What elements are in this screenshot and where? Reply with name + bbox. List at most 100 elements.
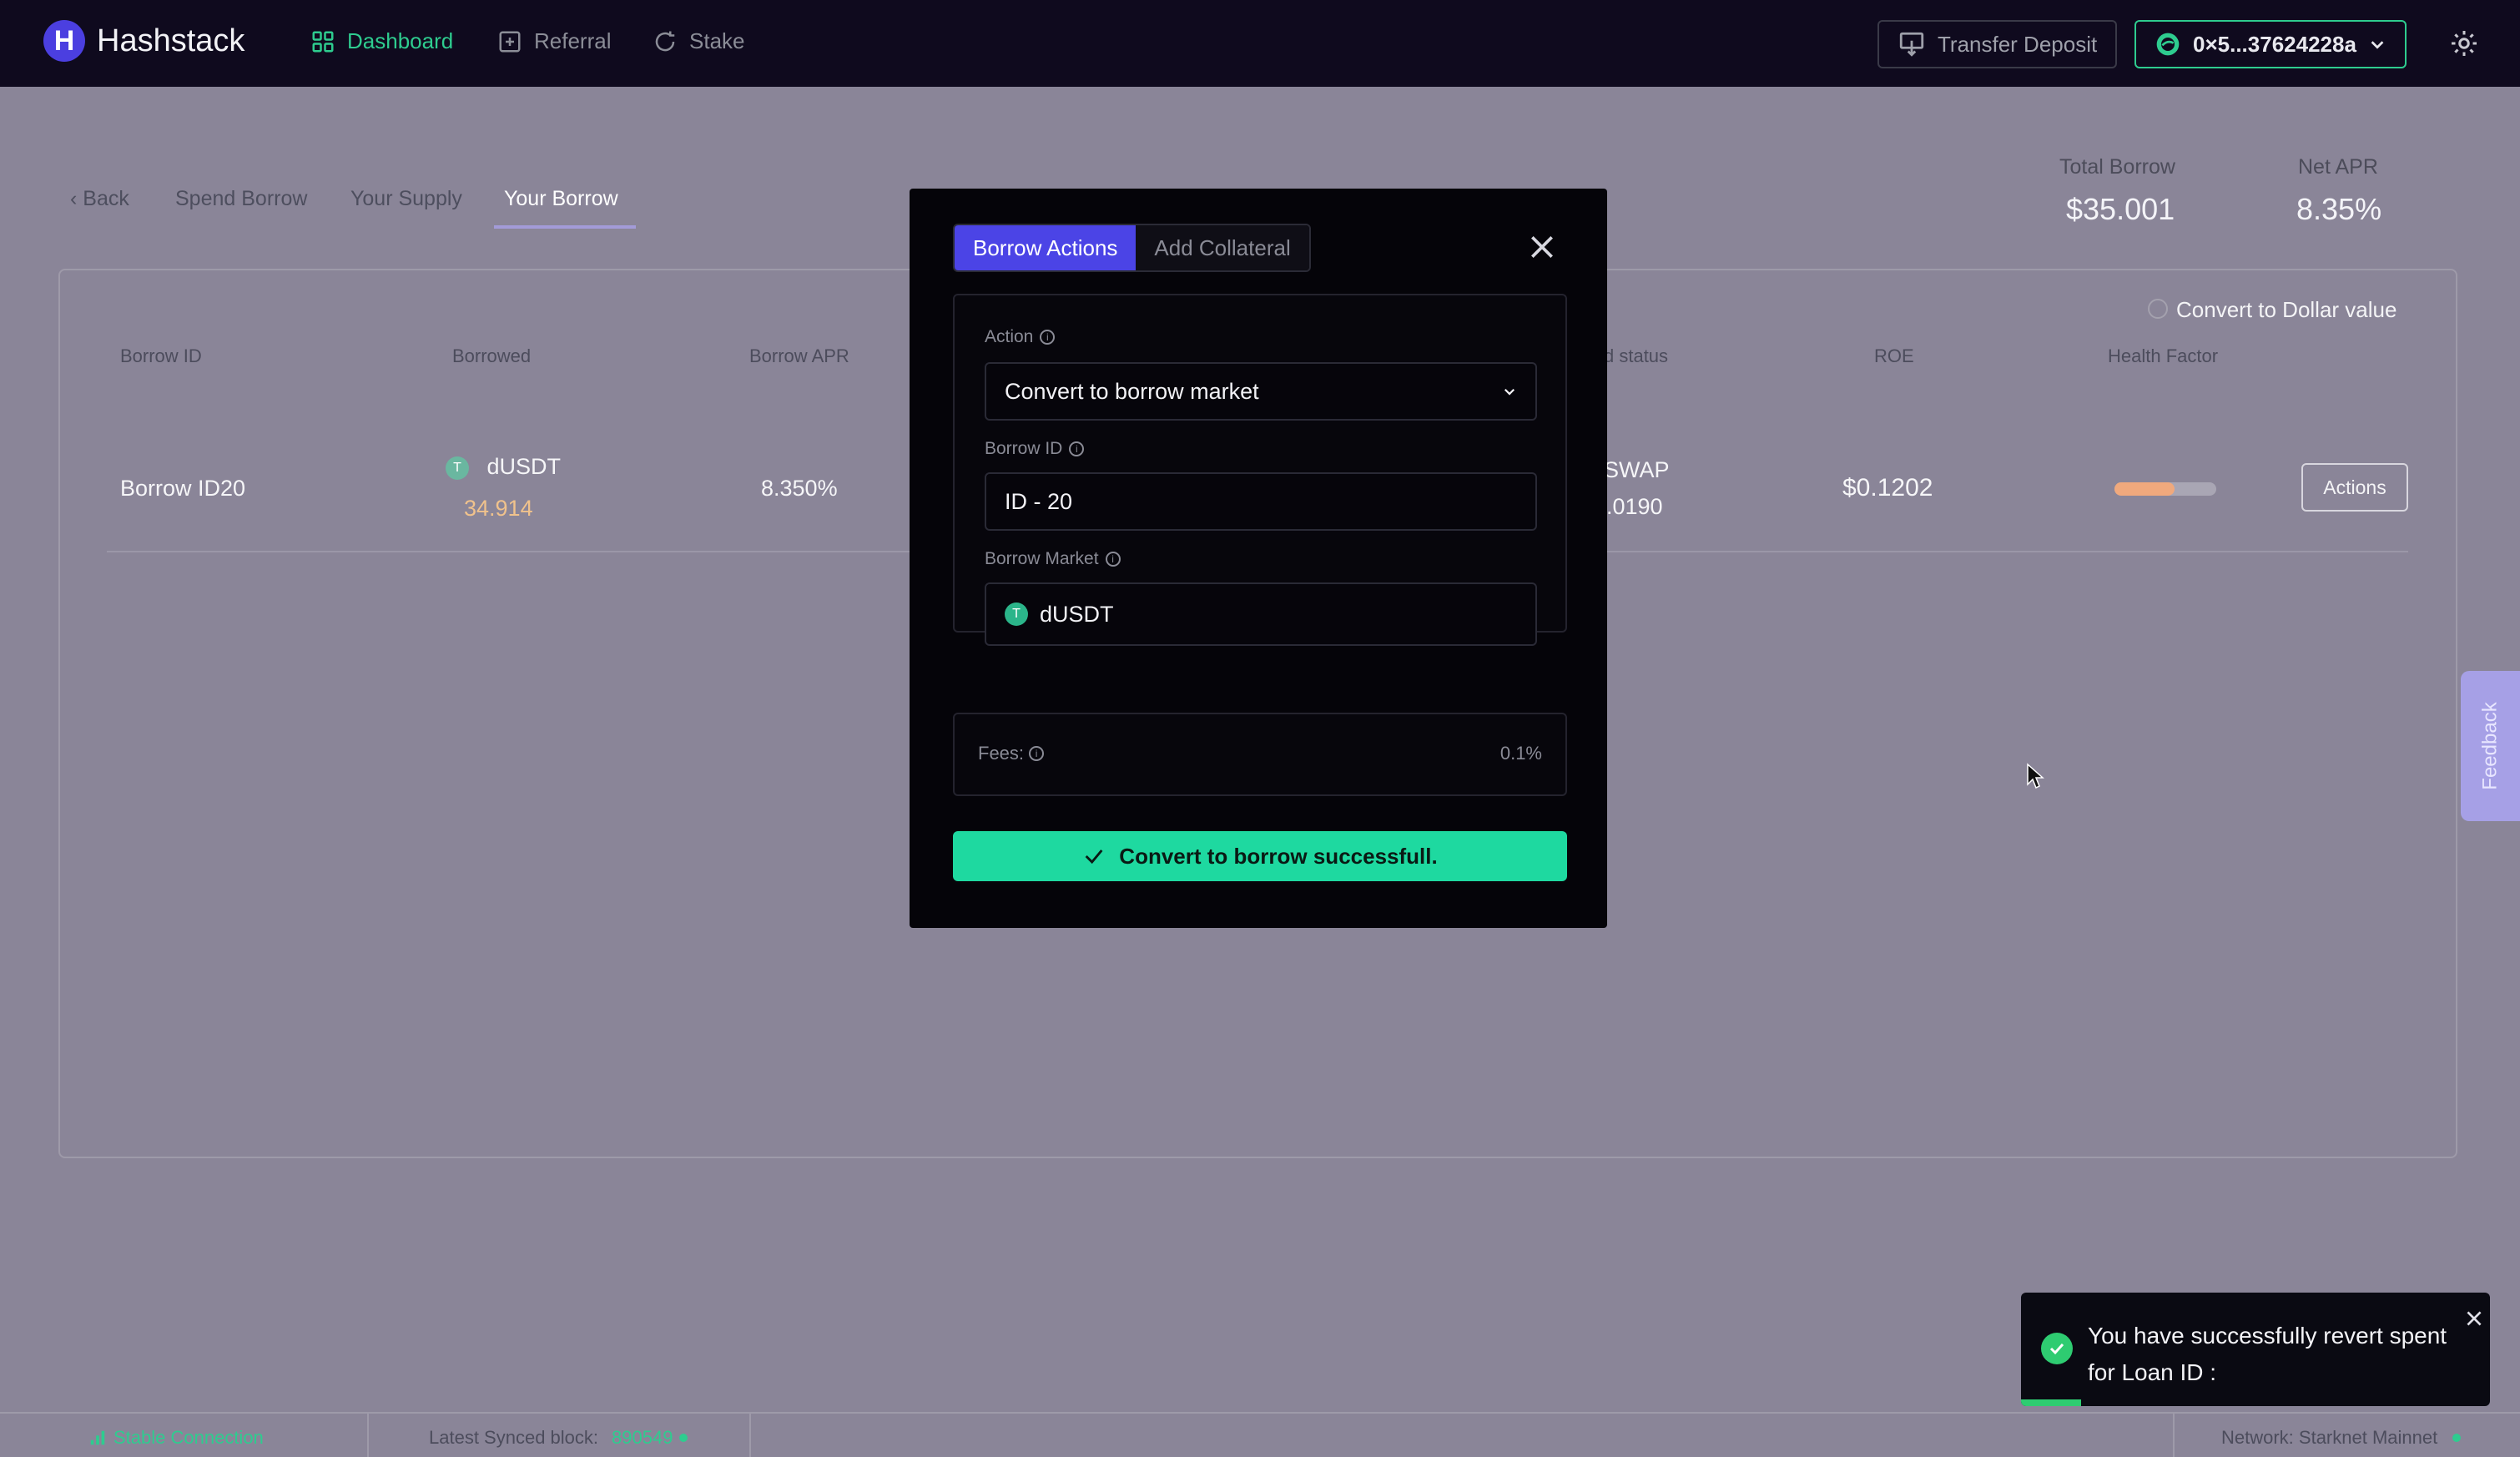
synced-value: 890549	[612, 1427, 673, 1448]
fees-label: Fees: i	[978, 743, 1045, 764]
fees-box: Fees: i 0.1%	[953, 713, 1567, 796]
total-borrow-value: $35.001	[2066, 192, 2175, 226]
connection-label: Stable Connection	[113, 1427, 264, 1448]
borrow-id-field-label: Borrow ID i	[985, 439, 1085, 459]
cell-borrowed-token: T dUSDT	[446, 454, 561, 480]
transfer-deposit-button[interactable]: Transfer Deposit	[1877, 20, 2118, 68]
signal-icon	[90, 1430, 105, 1445]
toast-message: You have successfully revert spent for L…	[2088, 1323, 2447, 1385]
cell-borrow-apr: 8.350%	[761, 476, 838, 501]
back-link[interactable]: ‹ Back	[70, 187, 129, 211]
tab-borrow-actions[interactable]: Borrow Actions	[955, 225, 1137, 270]
convert-dollar-radio[interactable]	[2148, 299, 2168, 319]
tab-add-collateral[interactable]: Add Collateral	[1136, 225, 1309, 270]
check-icon	[1085, 849, 1103, 865]
toast-progress-bar	[2021, 1399, 2081, 1406]
starknet-wallet-icon	[2156, 33, 2180, 56]
header-status: d status	[1604, 345, 1669, 366]
cell-borrow-id: Borrow ID20	[120, 476, 246, 501]
back-label: Back	[83, 187, 129, 210]
info-icon[interactable]: i	[1040, 330, 1056, 345]
check-circle-icon	[2041, 1333, 2073, 1364]
convert-success-label: Convert to borrow successfull.	[1119, 843, 1438, 869]
header-health-factor: Health Factor	[2108, 345, 2219, 366]
actions-button[interactable]: Actions	[2301, 463, 2408, 512]
cell-borrowed-amount: 34.914	[464, 496, 533, 521]
nav-dashboard[interactable]: Dashboard	[310, 28, 453, 54]
header-roe: ROE	[1874, 345, 1914, 366]
app-name: Hashstack	[97, 23, 245, 58]
feedback-tab[interactable]: Feedback	[2461, 671, 2520, 821]
usdt-token-icon: T	[1005, 602, 1028, 626]
chevron-down-icon	[1504, 388, 1515, 396]
action-field-label: Action i	[985, 327, 1056, 347]
tab-your-borrow[interactable]: Your Borrow	[504, 187, 618, 211]
health-factor-fill	[2114, 482, 2175, 496]
active-tab-underline	[494, 225, 636, 229]
synced-label: Latest Synced block:	[429, 1427, 599, 1448]
info-icon[interactable]: i	[1069, 441, 1085, 456]
transfer-deposit-label: Transfer Deposit	[1938, 31, 2098, 57]
hashstack-logo-icon: H	[43, 20, 85, 62]
borrow-market-field-label: Borrow Market i	[985, 549, 1121, 569]
header-borrow-id: Borrow ID	[120, 345, 202, 366]
top-navbar: H Hashstack Dashboard Referral Stake Tra…	[0, 0, 2520, 87]
footer-divider	[367, 1414, 369, 1457]
net-apr-label: Net APR	[2298, 155, 2378, 179]
borrow-id-field[interactable]: ID - 20	[985, 472, 1537, 531]
wallet-button[interactable]: 0×5...37624228a	[2134, 20, 2407, 68]
footer-divider	[749, 1414, 751, 1457]
action-form: Action i Convert to borrow market Borrow…	[953, 294, 1567, 646]
fees-value: 0.1%	[1499, 743, 1542, 764]
nav-referral-label: Referral	[534, 28, 612, 53]
close-icon[interactable]	[1525, 230, 1559, 264]
net-apr-value: 8.35%	[2296, 192, 2382, 226]
wallet-address: 0×5...37624228a	[2193, 31, 2356, 57]
tab-spend-borrow[interactable]: Spend Borrow	[175, 187, 307, 211]
borrow-market-field[interactable]: T dUSDT	[985, 582, 1537, 646]
feedback-label: Feedback	[2479, 702, 2502, 790]
borrow-id-label-text: Borrow ID	[985, 439, 1063, 458]
nav-stake-label: Stake	[689, 28, 745, 53]
borrow-market-label-text: Borrow Market	[985, 549, 1099, 568]
nav-referral[interactable]: Referral	[497, 28, 611, 54]
info-icon[interactable]: i	[1105, 552, 1121, 567]
modal-tabs: Borrow Actions Add Collateral	[953, 224, 1311, 272]
footer-divider	[2173, 1414, 2175, 1457]
convert-success-button[interactable]: Convert to borrow successfull.	[953, 831, 1567, 881]
tab-your-supply[interactable]: Your Supply	[350, 187, 462, 211]
cell-status-line2: ).0190	[1599, 494, 1663, 519]
plus-square-icon	[499, 31, 521, 52]
success-toast: You have successfully revert spent for L…	[2021, 1293, 2490, 1406]
borrowed-token-name: dUSDT	[486, 454, 562, 479]
close-icon[interactable]	[2463, 1308, 2485, 1329]
status-footer: Stable Connection Latest Synced block: 8…	[0, 1412, 2520, 1457]
transfer-icon	[1899, 32, 1924, 57]
info-icon[interactable]: i	[1029, 746, 1045, 761]
header-borrowed: Borrowed	[452, 345, 532, 366]
cell-roe: $0.1202	[1842, 474, 1933, 502]
borrow-actions-modal: Borrow Actions Add Collateral Action i C…	[910, 189, 1607, 928]
chevron-down-icon	[2371, 41, 2384, 49]
grid-icon	[312, 31, 334, 52]
connection-status: Stable Connection	[88, 1427, 264, 1449]
status-dot-icon	[679, 1434, 688, 1442]
nav-dashboard-label: Dashboard	[347, 28, 454, 53]
status-dot-icon	[2452, 1434, 2462, 1442]
borrow-market-value: dUSDT	[1040, 601, 1114, 627]
gear-icon[interactable]	[2449, 28, 2479, 58]
network-status: Network: Starknet Mainnet	[2221, 1427, 2462, 1449]
network-label: Network: Starknet Mainnet	[2221, 1427, 2438, 1448]
total-borrow-label: Total Borrow	[2059, 155, 2175, 179]
cell-status-line1: SWAP	[1604, 457, 1670, 482]
health-factor-bar	[2114, 482, 2216, 496]
synced-block: Latest Synced block: 890549	[429, 1427, 688, 1449]
logo[interactable]: H Hashstack	[43, 20, 244, 62]
action-label-text: Action	[985, 327, 1034, 346]
refresh-icon	[655, 31, 675, 51]
mouse-cursor-icon	[2027, 763, 2044, 789]
action-select[interactable]: Convert to borrow market	[985, 362, 1537, 421]
nav-stake[interactable]: Stake	[653, 28, 745, 54]
header-borrow-apr: Borrow APR	[749, 345, 849, 366]
convert-dollar-label[interactable]: Convert to Dollar value	[2176, 297, 2397, 323]
